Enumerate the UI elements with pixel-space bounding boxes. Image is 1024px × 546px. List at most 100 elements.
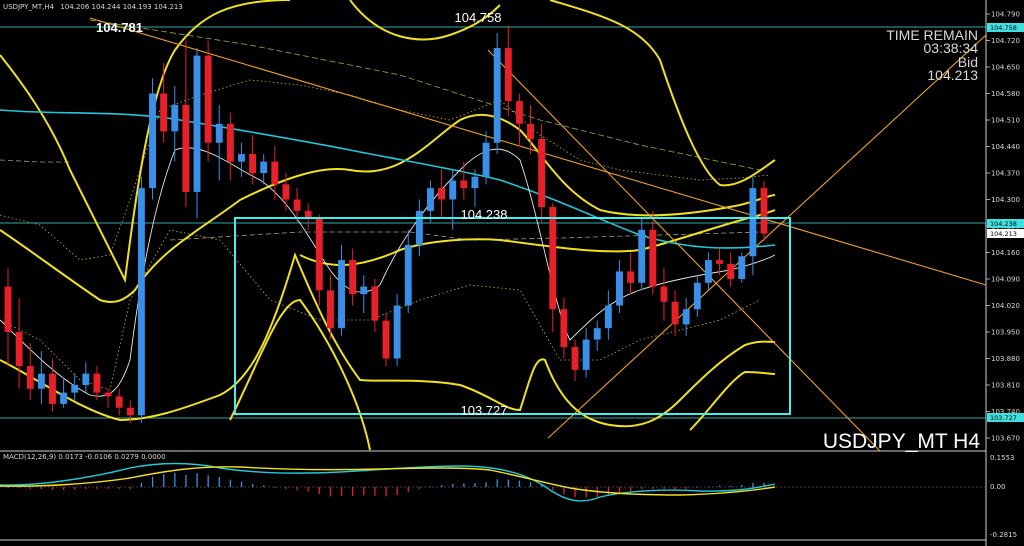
candle-body xyxy=(749,188,757,257)
macd-bar xyxy=(374,487,376,496)
candle-body xyxy=(549,207,557,310)
price-tick-label: 104.580 xyxy=(991,90,1020,98)
candle-body xyxy=(371,286,379,321)
candle-body xyxy=(238,154,245,162)
level-label-low: 103.727 xyxy=(461,403,508,418)
macd-bar xyxy=(707,486,710,488)
candle-body xyxy=(438,188,446,200)
candle-body xyxy=(93,373,101,393)
level-label-mid: 104.238 xyxy=(461,207,508,222)
macd-bar xyxy=(496,479,498,487)
level-label-top: 104.781 xyxy=(96,20,143,35)
macd-bar xyxy=(696,487,698,489)
macd-bar xyxy=(618,487,621,494)
macd-bar xyxy=(129,487,131,490)
candle-body xyxy=(704,260,712,283)
macd-bar xyxy=(51,487,54,491)
candle xyxy=(738,252,746,283)
candle-body xyxy=(482,142,490,177)
candle-body xyxy=(226,123,234,162)
candle-body xyxy=(4,286,12,332)
price-tick-label: 104.090 xyxy=(991,276,1020,284)
ohlc-values: 104.206 104.244 104.193 104.213 xyxy=(60,3,182,11)
price-tick-label: 104.300 xyxy=(991,196,1020,204)
candle-body xyxy=(427,188,434,211)
price-tick-label: 104.440 xyxy=(991,143,1020,151)
candle-body xyxy=(260,161,268,173)
macd-bar xyxy=(552,487,554,491)
candle-body xyxy=(693,282,701,310)
macd-bar xyxy=(40,487,43,490)
macd-bar xyxy=(151,476,154,487)
macd-bar xyxy=(663,487,665,489)
macd-bar xyxy=(62,487,65,491)
candle xyxy=(493,32,501,155)
macd-bar xyxy=(196,473,198,487)
price-tick-label: 104.020 xyxy=(991,302,1020,310)
price-tick-label: 104.160 xyxy=(991,249,1020,257)
symbol-header: USDJPY_MT,H4 104.206 104.244 104.193 104… xyxy=(3,3,183,11)
macd-bar xyxy=(7,487,9,488)
macd-bar xyxy=(641,487,643,490)
price-tick-label: 103.670 xyxy=(991,435,1020,443)
candle-body xyxy=(527,123,534,139)
candle-body xyxy=(26,366,34,389)
macd-bar xyxy=(463,483,465,487)
bid-value: 104.213 xyxy=(927,67,978,83)
macd-bar xyxy=(585,487,587,498)
candle-body xyxy=(538,138,546,208)
macd-bar xyxy=(385,487,387,497)
macd-bar xyxy=(263,485,265,487)
price-tick-label: 104.370 xyxy=(991,170,1020,178)
price-tick-label: 103.880 xyxy=(991,355,1020,363)
candle-body xyxy=(349,260,357,295)
candle-body xyxy=(393,305,401,359)
macd-bar xyxy=(752,482,754,487)
candle-body xyxy=(293,199,301,211)
macd-bar xyxy=(118,487,120,489)
macd-bar xyxy=(340,487,343,496)
price-chart[interactable]: 104.758 104.238 103.727 104.781 USDJPY_M… xyxy=(0,0,1024,546)
candle-body xyxy=(382,320,390,359)
macd-bar xyxy=(318,487,320,495)
macd-bar xyxy=(363,487,365,496)
candle-body xyxy=(560,309,568,348)
candle-body xyxy=(160,93,168,132)
candle-body xyxy=(137,188,145,416)
macd-bar xyxy=(18,487,20,488)
macd-bar xyxy=(174,472,176,487)
macd-bar xyxy=(185,474,187,487)
macd-bar xyxy=(229,479,232,487)
macd-label: MACD(12,26,9) 0.0173 -0.0106 0.0279 0.00… xyxy=(3,453,166,461)
macd-bar xyxy=(485,482,487,487)
candle xyxy=(760,180,768,242)
macd-bar xyxy=(440,485,443,487)
macd-tick-bottom: -0.2815 xyxy=(990,531,1017,539)
candle-body xyxy=(671,301,679,325)
macd-bar xyxy=(296,487,298,491)
candle-body xyxy=(604,305,612,329)
candle-body xyxy=(315,218,323,291)
candle-body xyxy=(471,176,479,189)
candle-body xyxy=(493,48,501,143)
macd-bar xyxy=(140,482,143,487)
price-tick-label: 103.810 xyxy=(991,382,1020,390)
macd-bar xyxy=(741,485,743,487)
macd-bar xyxy=(96,487,98,489)
badge-high: 104.758 xyxy=(990,24,1017,32)
candle-body xyxy=(649,229,657,287)
macd-bar xyxy=(396,487,398,495)
macd-bar xyxy=(85,487,87,489)
candle-body xyxy=(571,347,579,370)
symbol-name: USDJPY_MT,H4 xyxy=(3,3,55,11)
candle-body xyxy=(338,260,345,329)
candle-body xyxy=(660,286,668,302)
macd-bar xyxy=(529,482,532,487)
badge-low: 103.727 xyxy=(990,414,1017,422)
symbol-title: USDJPY_MT H4 xyxy=(823,430,980,453)
macd-bar xyxy=(29,487,31,490)
candle-body xyxy=(727,263,735,279)
candle-body xyxy=(60,392,68,404)
macd-bar xyxy=(507,479,509,487)
candle-body xyxy=(249,154,257,173)
